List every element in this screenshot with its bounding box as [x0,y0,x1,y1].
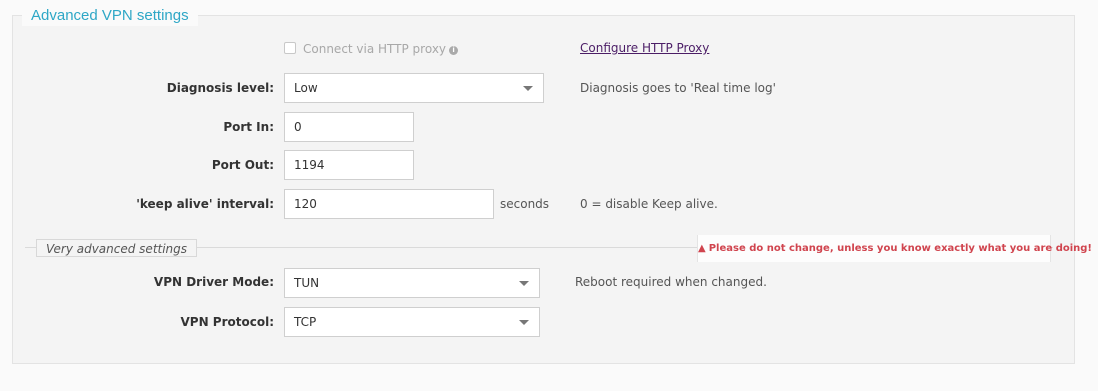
port-in-label: Port In: [223,120,274,134]
advanced-vpn-settings-panel [12,15,1075,364]
configure-http-proxy-link[interactable]: Configure HTTP Proxy [580,41,709,55]
keep-alive-field[interactable]: 120 [284,189,494,219]
info-circle-icon[interactable]: i [449,46,459,55]
port-out-label: Port Out: [211,158,274,172]
warning-text: Please do not change, unless you know ex… [708,243,1092,254]
vpn-driver-mode-select[interactable]: TUN [284,268,540,298]
warning-triangle-icon: ▲ [698,243,706,254]
diagnosis-level-label: Diagnosis level: [166,81,274,95]
diagnosis-level-select[interactable]: Low [284,73,544,103]
http-proxy-checkbox[interactable] [284,42,296,54]
chevron-down-icon [519,320,529,325]
very-advanced-title: Very advanced settings [36,239,198,257]
http-proxy-label-text: Connect via HTTP proxy [303,42,447,56]
vpn-driver-mode-hint: Reboot required when changed. [575,275,767,289]
diagnosis-hint: Diagnosis goes to 'Real time log' [580,81,776,95]
vpn-protocol-value: TCP [294,315,317,329]
keep-alive-label: 'keep alive' interval: [136,197,274,211]
vpn-protocol-select[interactable]: TCP [284,307,540,337]
keep-alive-hint: 0 = disable Keep alive. [580,197,718,211]
vpn-driver-mode-label: VPN Driver Mode: [153,275,274,289]
http-proxy-label: Connect via HTTP proxy i [303,41,459,57]
port-out-field[interactable]: 1194 [284,150,414,180]
keep-alive-unit: seconds [500,197,550,211]
warning-banner: ▲ Please do not change, unless you know e… [697,235,1092,262]
vpn-protocol-label: VPN Protocol: [180,315,274,329]
port-in-field[interactable]: 0 [284,112,414,142]
chevron-down-icon [519,281,529,286]
vpn-driver-mode-value: TUN [294,276,320,290]
section-title: Advanced VPN settings [22,6,198,26]
chevron-down-icon [523,86,533,91]
diagnosis-level-value: Low [294,81,318,95]
